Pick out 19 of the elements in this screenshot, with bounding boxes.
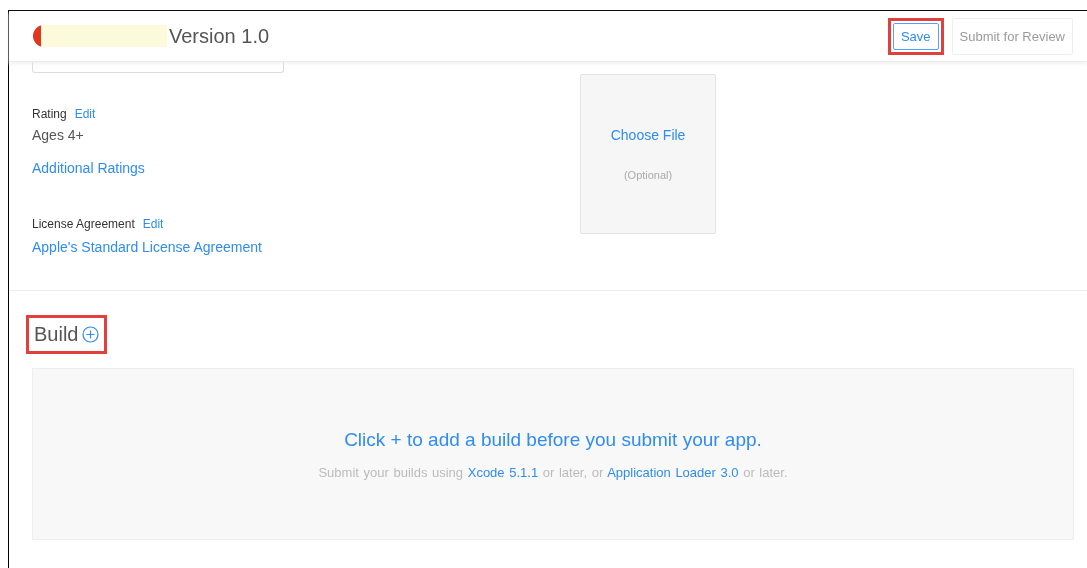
build-heading: Build [34,323,79,346]
download-link[interactable]: Xcode 5.1.1 [467,464,539,480]
build-hint-text: Submit your builds using Xcode 5.1.1 or later, or Application Loader 3.0 or later. [318,464,788,480]
choose-file-link[interactable]: Choose File [610,127,686,143]
dropdown-field[interactable] [32,62,284,73]
license-label: License Agreement [32,217,135,231]
build-message: Click + to add a build before you submit your app. [344,428,762,451]
edit-link[interactable]: Edit [74,107,96,121]
version-title: Version 1.0 [169,24,270,48]
edit-link[interactable]: Edit [142,217,164,231]
rating-value: Ages 4+ [32,127,85,143]
add-icon[interactable] [82,326,100,343]
file-upload-area[interactable]: Choose File (Optional) [580,74,717,234]
rating-label: Rating [32,107,67,121]
optional-note: (Optional) [623,169,673,181]
additional-ratings-link[interactable]: Additional Ratings [32,160,145,176]
save-button[interactable]: Save [892,22,939,50]
license-link[interactable]: Apple's Standard License Agreement [32,239,262,255]
download-link[interactable]: Application Loader 3.0 [607,464,739,480]
